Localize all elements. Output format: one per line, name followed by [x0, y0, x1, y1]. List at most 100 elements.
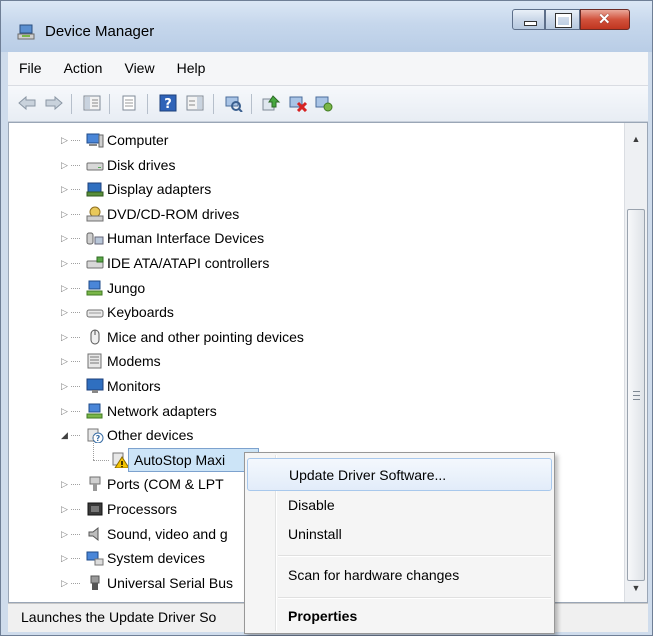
action-pane-icon[interactable] [185, 94, 205, 112]
svg-text:?: ? [96, 434, 101, 443]
menu-item-label: Scan for hardware changes [288, 567, 460, 583]
tree-connector [71, 386, 80, 388]
collapsed-arrow-icon[interactable]: ▷ [61, 497, 69, 521]
menu-update-driver-software[interactable]: Update Driver Software... [247, 458, 552, 491]
collapsed-arrow-icon[interactable]: ▷ [61, 128, 69, 152]
scroll-up-icon[interactable]: ▲ [631, 134, 641, 144]
network-icon [86, 403, 103, 419]
minimize-button[interactable] [512, 9, 545, 30]
menu-action[interactable]: Action [53, 52, 114, 85]
menu-separator [278, 555, 551, 557]
modem-icon [87, 353, 102, 369]
port-icon [89, 476, 101, 492]
tree-connector [71, 558, 80, 560]
tree-node[interactable]: ▷ Display adapters [9, 177, 624, 201]
tree-node[interactable]: ▷ Human Interface Devices [9, 226, 624, 250]
tree-node[interactable]: ▷ Computer [9, 128, 624, 152]
collapsed-arrow-icon[interactable]: ▷ [61, 571, 69, 595]
tree-node-label: Modems [107, 353, 161, 370]
disk-drive-icon [86, 162, 104, 171]
tree-node-label: Disk drives [107, 156, 176, 173]
tree-connector [93, 435, 95, 460]
scroll-down-icon[interactable]: ▼ [631, 583, 641, 593]
tree-connector [71, 189, 80, 191]
menu-file[interactable]: File [8, 52, 53, 85]
unknown-device-icon: ? [87, 428, 104, 444]
tree-connector [71, 484, 80, 486]
tree-node-label: Network adapters [107, 402, 217, 419]
maximize-button[interactable] [545, 9, 580, 30]
collapsed-arrow-icon[interactable]: ▷ [61, 472, 69, 496]
collapsed-arrow-icon[interactable]: ▷ [61, 349, 69, 373]
tree-node[interactable]: ▷ Monitors [9, 374, 624, 398]
tree-node[interactable]: ▷ Modems [9, 349, 624, 373]
tree-node[interactable]: ▷ Jungo [9, 276, 624, 300]
tree-connector [71, 164, 80, 167]
tree-node-label: Human Interface Devices [107, 230, 265, 247]
menu-view[interactable]: View [113, 52, 165, 85]
tree-node[interactable]: ▷ Mice and other pointing devices [9, 325, 624, 349]
tree-connector [71, 533, 80, 536]
tree-node-label: Universal Serial Bus [107, 574, 234, 591]
network-icon [86, 280, 103, 296]
back-arrow-icon[interactable] [17, 94, 37, 112]
collapsed-arrow-icon[interactable]: ▷ [61, 522, 69, 546]
tree-connector [71, 410, 80, 413]
tree-node[interactable]: ◢? Other devices [9, 423, 624, 447]
collapsed-arrow-icon[interactable]: ▷ [61, 226, 69, 250]
scan-hardware-icon[interactable] [223, 94, 243, 112]
properties-icon[interactable] [119, 94, 139, 112]
svg-text:?: ? [164, 97, 172, 112]
tree-connector [71, 336, 80, 339]
tree-node[interactable]: ▷ Keyboards [9, 300, 624, 324]
help-icon[interactable]: ? [158, 94, 178, 112]
tree-connector [71, 509, 80, 511]
tree-node-label: Computer [107, 132, 169, 148]
collapsed-arrow-icon[interactable]: ▷ [61, 202, 69, 226]
collapsed-arrow-icon[interactable]: ▷ [61, 300, 69, 324]
tree-node[interactable]: ▷ Disk drives [9, 153, 624, 177]
scrollbar-thumb[interactable] [627, 209, 645, 581]
show-hide-tree-icon[interactable] [82, 94, 102, 112]
toolbar-separator [213, 94, 214, 114]
collapsed-arrow-icon[interactable]: ▷ [61, 325, 69, 349]
collapsed-arrow-icon[interactable]: ▷ [61, 251, 69, 275]
monitor-icon [86, 378, 104, 393]
collapsed-arrow-icon[interactable]: ▷ [61, 177, 69, 201]
tree-node-label: Jungo [107, 279, 146, 296]
toolbar: ? [8, 86, 648, 122]
hid-icon [86, 232, 104, 245]
tree-node-label: System devices [107, 550, 206, 567]
menu-item-label: Properties [288, 608, 358, 624]
tree-connector [71, 312, 80, 314]
context-menu: Update Driver Software... Disable Uninst… [244, 452, 555, 634]
display-adapter-icon [86, 182, 104, 197]
uninstall-icon[interactable] [288, 94, 308, 112]
maximize-icon [555, 13, 572, 28]
menu-uninstall[interactable]: Uninstall [247, 518, 552, 551]
update-driver-icon[interactable] [261, 94, 281, 112]
tree-node[interactable]: ▷ DVD/CD-ROM drives [9, 202, 624, 226]
enable-device-icon[interactable] [314, 94, 334, 112]
tree-connector [71, 263, 80, 265]
tree-node[interactable]: ▷ IDE ATA/ATAPI controllers [9, 251, 624, 275]
collapsed-arrow-icon[interactable]: ▷ [61, 546, 69, 570]
close-button[interactable]: ✕ [580, 9, 630, 30]
collapsed-arrow-icon[interactable]: ▷ [61, 153, 69, 177]
menu-help[interactable]: Help [166, 52, 217, 85]
tree-connector [71, 140, 80, 142]
title-bar[interactable]: Device Manager ✕ [1, 1, 652, 52]
tree-node-label: Display adapters [107, 181, 212, 198]
collapsed-arrow-icon[interactable]: ▷ [61, 374, 69, 398]
tree-node[interactable]: ▷ Network adapters [9, 399, 624, 423]
collapsed-arrow-icon[interactable]: ▷ [61, 399, 69, 423]
vertical-scrollbar[interactable]: ▲ ▼ [624, 123, 647, 602]
expanded-arrow-icon[interactable]: ◢ [61, 423, 69, 447]
collapsed-arrow-icon[interactable]: ▷ [61, 276, 69, 300]
toolbar-separator [147, 94, 148, 114]
menu-properties[interactable]: Properties [247, 600, 552, 633]
forward-arrow-icon[interactable] [44, 94, 64, 112]
menu-scan-hardware[interactable]: Scan for hardware changes [247, 559, 552, 592]
warning-device-icon [112, 452, 129, 468]
tree-node-label: Monitors [107, 378, 161, 394]
